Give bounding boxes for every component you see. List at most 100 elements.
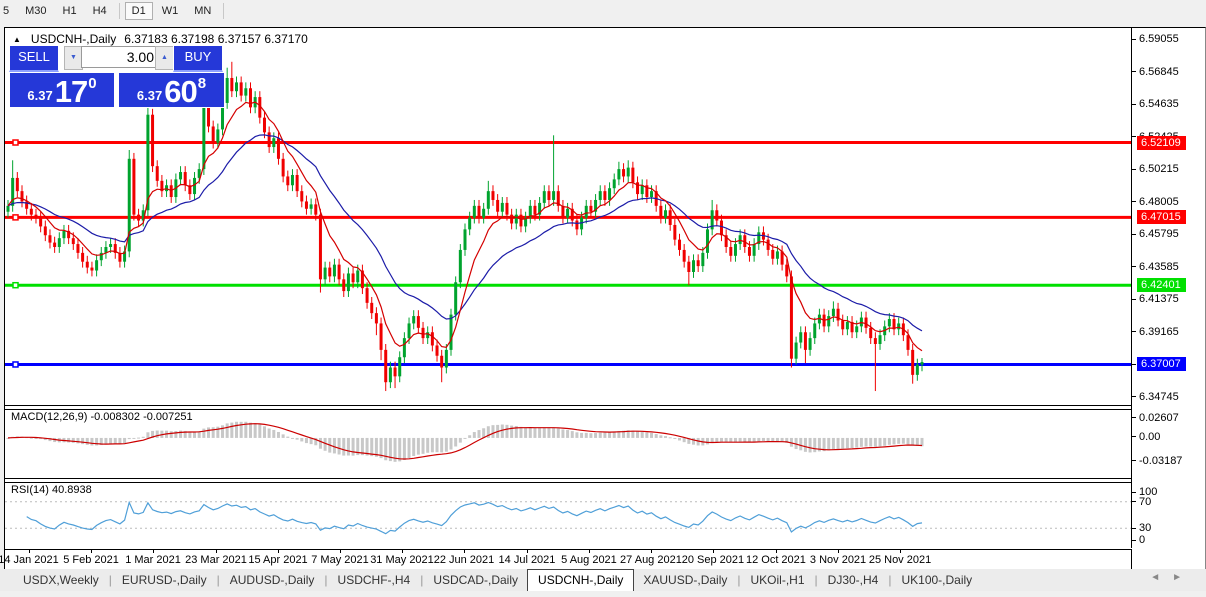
line-anchor-handle[interactable] (13, 362, 18, 367)
chart-expand-icon[interactable]: ▲ (13, 35, 21, 44)
line-price-tag: 6.42401 (1137, 278, 1186, 292)
candles (7, 62, 924, 391)
buy-price-pip: 8 (198, 75, 206, 92)
tab-audusd-daily[interactable]: AUDUSD-,Daily (221, 570, 324, 590)
tab-separator: | (888, 573, 891, 587)
date-axis-tick (340, 550, 341, 553)
toolbar-separator (223, 3, 224, 19)
date-axis-tick (527, 550, 528, 553)
sell-button[interactable]: SELL (9, 45, 59, 72)
date-axis-tick (838, 550, 839, 553)
date-axis-tick (402, 550, 403, 553)
tab-separator: | (420, 573, 423, 587)
timeframe-button-h4[interactable]: H4 (86, 2, 114, 20)
chart-header: ▲ USDCNH-,Daily 6.37183 6.37198 6.37157 … (13, 32, 308, 46)
tab-scroll-left-icon[interactable]: ◄ (1150, 572, 1172, 583)
macd-signal-line (8, 424, 922, 459)
tab-separator: | (109, 573, 112, 587)
chart-symbol-label: USDCNH-,Daily (31, 32, 116, 46)
price-axis[interactable]: 6.590556.568456.546356.524256.502156.480… (1132, 28, 1205, 569)
date-axis-tick (153, 550, 154, 553)
price-axis-tick: 6.34745 (1132, 391, 1179, 403)
price-axis-tick: 6.45795 (1132, 228, 1179, 240)
date-axis-tick (91, 550, 92, 553)
trading-app-window: 5M30H1H4 D1W1MN ▲ USDCNH-,Daily 6.37183 6… (0, 0, 1206, 597)
sell-price-display[interactable]: 6.37 17 0 (9, 72, 115, 108)
date-axis[interactable]: 14 Jan 20215 Feb 20211 Mar 202123 Mar 20… (5, 549, 1132, 570)
sell-price-pip: 0 (88, 75, 96, 92)
rsi-label: RSI(14) 40.8938 (11, 484, 92, 496)
timeframe-button-m30[interactable]: M30 (18, 2, 53, 20)
line-price-tag: 6.47015 (1137, 210, 1186, 224)
date-axis-tick (278, 550, 279, 553)
rsi-line (27, 502, 922, 533)
date-axis-tick (589, 550, 590, 553)
sell-price-main: 17 (55, 77, 87, 106)
macd-indicator-pane[interactable]: MACD(12,26,9) -0.008302 -0.007251 (5, 409, 1132, 478)
sell-price-prefix: 6.37 (27, 88, 52, 103)
price-axis-tick: 6.39165 (1132, 326, 1179, 338)
rsi-chart (5, 482, 1131, 548)
toolbar-separator (119, 3, 120, 19)
price-axis-tick: 6.59055 (1132, 33, 1179, 45)
date-axis-label: 25 Nov 2021 (860, 554, 940, 566)
tab-dj30-h4[interactable]: DJ30-,H4 (819, 570, 888, 590)
triangle-down-icon: ▼ (70, 54, 77, 61)
chart-tab-bar: USDX,Weekly|EURUSD-,Daily|AUDUSD-,Daily|… (0, 569, 1206, 591)
price-axis-tick: 6.48005 (1132, 196, 1179, 208)
buy-price-display[interactable]: 6.37 60 8 (118, 72, 225, 108)
line-price-tag: 6.52109 (1137, 136, 1186, 150)
date-axis-tick (216, 550, 217, 553)
tab-eurusd-daily[interactable]: EURUSD-,Daily (113, 570, 216, 590)
timeframe-button-h1[interactable]: H1 (56, 2, 84, 20)
tab-usdcad-daily[interactable]: USDCAD-,Daily (424, 570, 527, 590)
tab-usdcnh-daily[interactable]: USDCNH-,Daily (527, 569, 634, 591)
tab-scroll-right-icon[interactable]: ► (1172, 572, 1194, 583)
volume-increase-button[interactable]: ▲ (155, 46, 174, 70)
line-anchor-handle[interactable] (13, 140, 18, 145)
date-axis-tick (651, 550, 652, 553)
buy-button[interactable]: BUY (173, 45, 223, 72)
price-axis-tick: 6.43585 (1132, 261, 1179, 273)
chart-ohlc-quotes: 6.37183 6.37198 6.37157 6.37170 (124, 32, 308, 46)
chart-window[interactable]: ▲ USDCNH-,Daily 6.37183 6.37198 6.37157 … (4, 27, 1206, 570)
date-axis-tick (29, 550, 30, 553)
macd-axis-tick: -0.03187 (1132, 455, 1182, 467)
tab-separator: | (217, 573, 220, 587)
rsi-axis-tick: 30 (1132, 522, 1151, 534)
price-axis-tick: 6.41375 (1132, 293, 1179, 305)
date-axis-tick (713, 550, 714, 553)
line-price-tag: 6.37007 (1137, 357, 1186, 371)
date-axis-tick (464, 550, 465, 553)
triangle-up-icon: ▲ (161, 54, 168, 61)
rsi-axis-tick: 70 (1132, 496, 1151, 508)
buy-price-prefix: 6.37 (137, 88, 162, 103)
tab-xauusd-daily[interactable]: XAUUSD-,Daily (634, 570, 736, 590)
horizontal-level-lines[interactable] (5, 140, 1131, 367)
price-chart-pane[interactable]: ▲ USDCNH-,Daily 6.37183 6.37198 6.37157 … (5, 28, 1132, 405)
volume-input[interactable]: 3.00 (81, 46, 161, 68)
macd-axis-tick: 0.02607 (1132, 412, 1179, 424)
tab-ukoil-h1[interactable]: UKOil-,H1 (742, 570, 814, 590)
tab-scroll-nav: ◄► (1150, 572, 1194, 583)
timeframe-button-w1[interactable]: W1 (155, 2, 186, 20)
date-axis-tick (776, 550, 777, 553)
tab-separator: | (815, 573, 818, 587)
one-click-trade-panel: SELL ▼ 3.00 ▲ BUY 6.37 17 0 6.37 60 8 (9, 45, 223, 105)
timeframe-button-d1[interactable]: D1 (125, 2, 153, 20)
tab-usdx-weekly[interactable]: USDX,Weekly (14, 570, 108, 590)
tab-separator: | (737, 573, 740, 587)
timeframe-button-5[interactable]: 5 (0, 2, 16, 20)
price-axis-tick: 6.50215 (1132, 163, 1179, 175)
tab-usdchf-h4[interactable]: USDCHF-,H4 (329, 570, 420, 590)
macd-axis-tick: 0.00 (1132, 431, 1160, 443)
timeframe-button-mn[interactable]: MN (187, 2, 218, 20)
macd-label: MACD(12,26,9) -0.008302 -0.007251 (11, 411, 193, 423)
line-anchor-handle[interactable] (13, 215, 18, 220)
rsi-axis-tick: 0 (1132, 534, 1145, 546)
line-anchor-handle[interactable] (13, 283, 18, 288)
tab-separator: | (324, 573, 327, 587)
tab-uk100-daily[interactable]: UK100-,Daily (892, 570, 981, 590)
rsi-indicator-pane[interactable]: RSI(14) 40.8938 (5, 482, 1132, 548)
date-axis-tick (900, 550, 901, 553)
